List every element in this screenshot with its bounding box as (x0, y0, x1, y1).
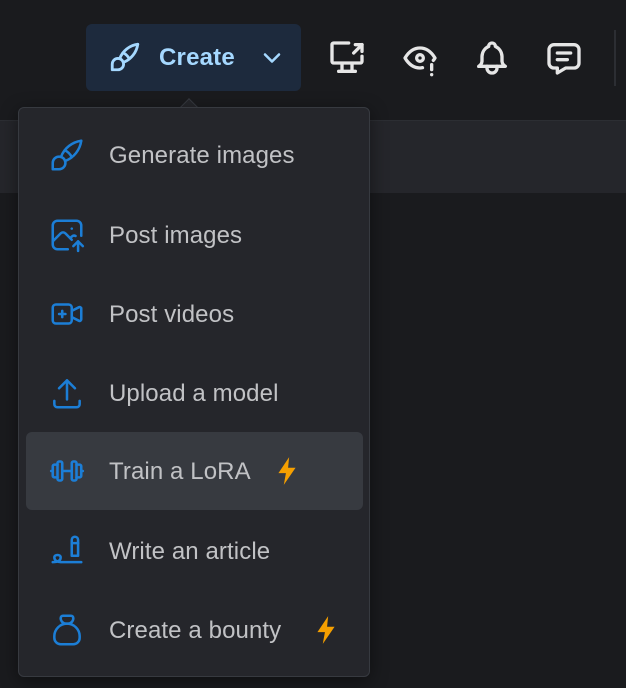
menu-item-label: Train a LoRA (109, 458, 251, 485)
page: Create Generate images Post images Post … (0, 0, 626, 688)
create-button-label: Create (159, 44, 235, 71)
menu-item-create-bounty[interactable]: Create a bounty (26, 591, 363, 669)
barbell-icon (49, 460, 85, 482)
menu-item-label: Write an article (109, 538, 271, 565)
menu-item-generate-images[interactable]: Generate images (26, 116, 363, 194)
menu-item-label: Create a bounty (109, 617, 282, 644)
menu-item-label: Post images (109, 222, 243, 249)
top-header: Create (0, 0, 626, 120)
menu-item-upload-model[interactable]: Upload a model (26, 354, 363, 432)
upload-icon (53, 379, 81, 409)
message-icon[interactable] (544, 38, 584, 78)
moneybag-icon (53, 614, 81, 646)
menu-item-write-article[interactable]: Write an article (26, 512, 363, 590)
brush-icon (110, 42, 140, 72)
brush-icon (51, 139, 83, 171)
menu-item-post-videos[interactable]: Post videos (26, 275, 363, 353)
menu-item-train-lora[interactable]: Train a LoRA (26, 432, 363, 510)
eye-alert-icon[interactable] (400, 38, 440, 78)
photo-upload-icon (51, 219, 85, 253)
menu-item-label: Post videos (109, 301, 235, 328)
bolt-icon (317, 616, 335, 644)
chevron-down-icon[interactable] (258, 44, 286, 72)
menu-item-label: Upload a model (109, 380, 279, 407)
bolt-icon (278, 457, 296, 485)
bell-icon[interactable] (472, 38, 512, 78)
create-dropdown-menu: Generate images Post images Post videos (18, 107, 370, 677)
pencil-line-icon (51, 535, 83, 564)
menu-item-post-images[interactable]: Post images (26, 196, 363, 274)
header-divider (614, 30, 616, 86)
cast-icon[interactable] (327, 38, 367, 78)
create-button[interactable]: Create (86, 24, 301, 91)
menu-item-label: Generate images (109, 142, 295, 169)
video-plus-icon (51, 303, 83, 325)
